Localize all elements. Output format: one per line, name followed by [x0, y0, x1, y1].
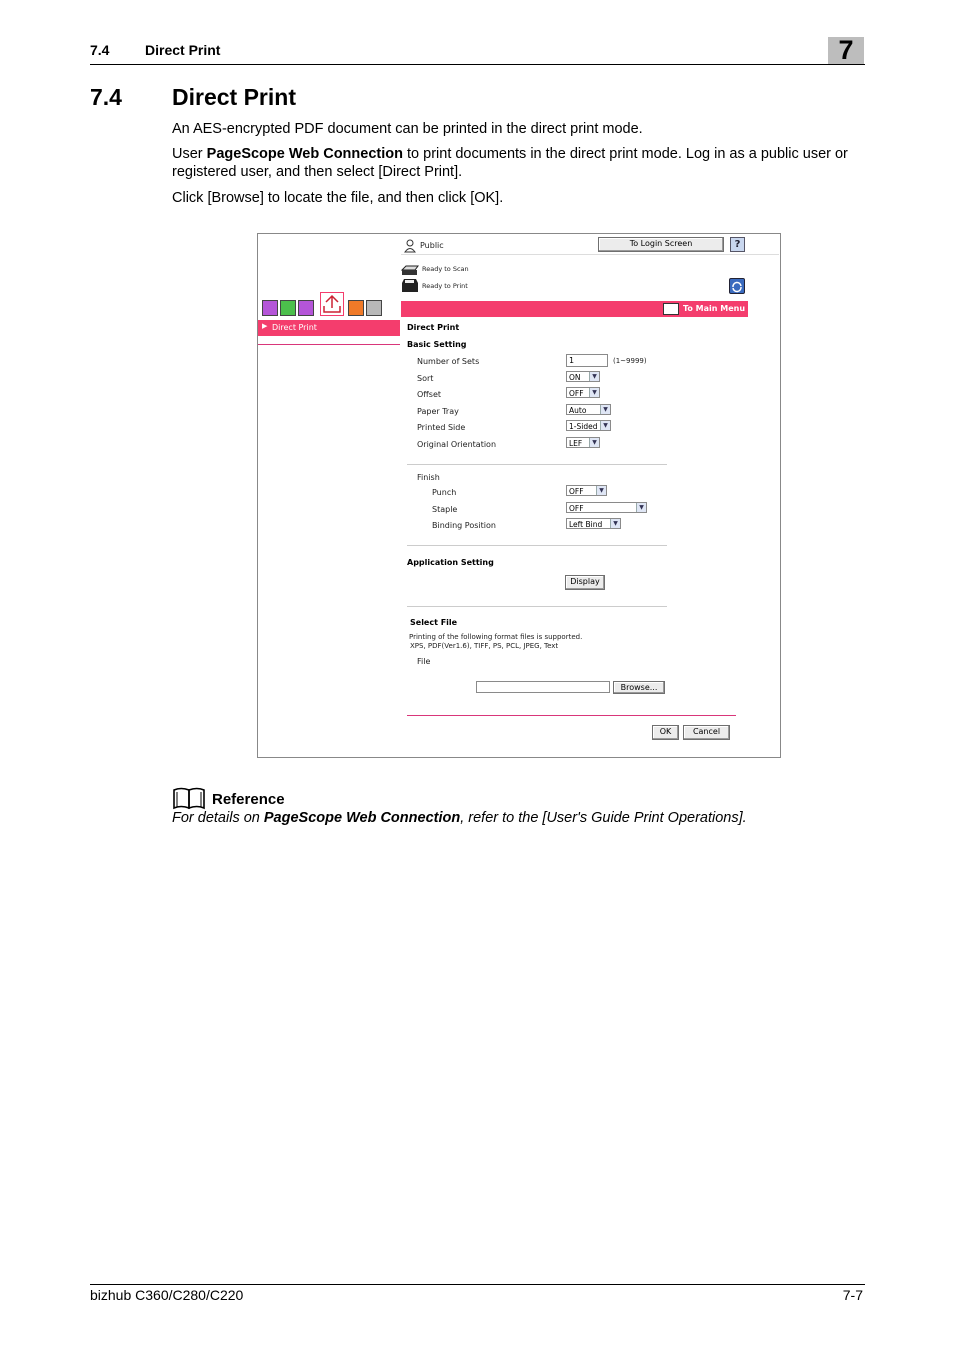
- printer-icon: [401, 277, 419, 293]
- reference-text-before: For details on: [172, 810, 264, 826]
- chevron-down-icon: ▼: [610, 519, 620, 528]
- divider: [407, 464, 667, 465]
- p2-text-before: User: [172, 146, 207, 162]
- number-of-sets-input[interactable]: 1: [566, 354, 608, 367]
- punch-value: OFF: [569, 487, 584, 496]
- number-of-sets-range: (1~9999): [613, 357, 647, 365]
- header-section-title: Direct Print: [145, 42, 221, 58]
- select-file-heading: Select File: [410, 618, 458, 627]
- file-path-input[interactable]: [476, 681, 610, 693]
- application-setting-heading: Application Setting: [407, 558, 494, 567]
- refresh-icon[interactable]: [729, 278, 745, 294]
- triangle-right-icon: ▶: [262, 322, 268, 330]
- user-label: Public: [420, 241, 444, 250]
- chevron-down-icon: ▼: [589, 438, 599, 447]
- to-login-screen-button[interactable]: To Login Screen: [598, 237, 724, 252]
- help-icon[interactable]: ?: [730, 237, 745, 252]
- file-label: File: [417, 657, 431, 666]
- header-rule: [90, 64, 865, 65]
- offset-value: OFF: [569, 389, 584, 398]
- paper-tray-select[interactable]: Auto ▼: [566, 404, 611, 415]
- paragraph-3: Click [Browse] to locate the file, and t…: [172, 190, 504, 206]
- chevron-down-icon: ▼: [589, 388, 599, 397]
- divider: [407, 545, 667, 546]
- sidebar-item-direct-print[interactable]: ▶ Direct Print: [258, 320, 400, 336]
- user-icon: [403, 238, 417, 253]
- reference-title: Reference: [212, 791, 285, 808]
- supported-formats-line-1: Printing of the following format files i…: [409, 633, 583, 641]
- p2-bold: PageScope Web Connection: [206, 146, 403, 162]
- cancel-button[interactable]: Cancel: [683, 725, 730, 740]
- footer-page-number: 7-7: [842, 1287, 863, 1303]
- tab-direct-print-icon[interactable]: [320, 292, 344, 316]
- sort-label: Sort: [417, 374, 434, 383]
- sidebar-rule: [258, 344, 400, 345]
- top-divider: [401, 254, 779, 255]
- scanner-icon: [400, 262, 419, 275]
- chapter-number: 7: [838, 35, 854, 65]
- staple-label: Staple: [432, 505, 458, 514]
- sidebar-item-label: Direct Print: [272, 323, 317, 332]
- staple-value: OFF: [569, 504, 584, 513]
- chevron-down-icon: ▼: [589, 372, 599, 381]
- tab-box-2-icon[interactable]: [298, 300, 314, 316]
- offset-label: Offset: [417, 390, 442, 399]
- section-title: Direct Print: [172, 84, 296, 110]
- reference-text: For details on PageScope Web Connection,…: [172, 810, 747, 826]
- paragraph-2: User PageScope Web Connection to print d…: [172, 145, 862, 181]
- punch-label: Punch: [432, 488, 457, 497]
- sort-select[interactable]: ON ▼: [566, 371, 600, 382]
- chevron-down-icon: ▼: [596, 486, 606, 495]
- printed-side-value: 1-Sided: [569, 422, 598, 431]
- supported-formats-line-2: XPS, PDF(Ver1.6), TIFF, PS, PCL, JPEG, T…: [410, 642, 559, 650]
- printed-side-label: Printed Side: [417, 423, 466, 432]
- printed-side-select[interactable]: 1-Sided ▼: [566, 420, 611, 431]
- paragraph-1: An AES-encrypted PDF document can be pri…: [172, 121, 643, 137]
- reference-text-bold: PageScope Web Connection: [263, 810, 461, 826]
- original-orientation-value: LEF: [569, 439, 583, 448]
- page-title: Direct Print: [407, 323, 460, 332]
- chevron-down-icon: ▼: [636, 503, 646, 512]
- sort-value: ON: [569, 373, 581, 382]
- section-number: 7.4: [90, 84, 122, 110]
- binding-position-label: Binding Position: [432, 521, 496, 530]
- divider: [407, 606, 667, 607]
- book-icon: [172, 786, 206, 810]
- punch-select[interactable]: OFF ▼: [566, 485, 607, 496]
- scanner-status: Ready to Scan: [422, 265, 469, 273]
- original-orientation-label: Original Orientation: [417, 440, 497, 449]
- ok-button[interactable]: OK: [652, 725, 679, 740]
- web-connection-screenshot: Public To Login Screen ? Ready to Scan R…: [257, 233, 781, 758]
- staple-select[interactable]: OFF ▼: [566, 502, 647, 513]
- form-bottom-rule: [407, 715, 736, 716]
- chevron-down-icon: ▼: [600, 421, 610, 430]
- footer-rule: [90, 1284, 865, 1285]
- number-of-sets-label: Number of Sets: [417, 357, 480, 366]
- footer-product: bizhub C360/C280/C220: [90, 1287, 244, 1303]
- original-orientation-select[interactable]: LEF ▼: [566, 437, 600, 448]
- reference-text-after: , refer to the [User's Guide Print Opera…: [460, 810, 747, 826]
- display-button[interactable]: Display: [565, 575, 605, 590]
- finish-label: Finish: [417, 473, 440, 482]
- chevron-down-icon: ▼: [600, 405, 610, 414]
- tab-box-icon[interactable]: [280, 300, 296, 316]
- browse-button[interactable]: Browse...: [613, 681, 665, 694]
- p2-text-after: to print documents in the direct print m…: [402, 146, 848, 162]
- basic-setting-heading: Basic Setting: [407, 340, 467, 349]
- binding-position-value: Left Bind: [569, 520, 603, 529]
- header-section-number: 7.4: [90, 42, 110, 58]
- binding-position-select[interactable]: Left Bind ▼: [566, 518, 621, 529]
- tab-store-address-icon[interactable]: [348, 300, 364, 316]
- printer-status: Ready to Print: [422, 282, 468, 290]
- tab-job-icon[interactable]: [262, 300, 278, 316]
- tab-favorite-icon[interactable]: [366, 300, 382, 316]
- to-main-menu-link[interactable]: To Main Menu: [683, 304, 745, 313]
- main-menu-icon: [663, 303, 679, 315]
- offset-select[interactable]: OFF ▼: [566, 387, 600, 398]
- paper-tray-value: Auto: [569, 406, 587, 415]
- paper-tray-label: Paper Tray: [417, 407, 459, 416]
- p2-line-2: registered user, and then select [Direct…: [172, 164, 463, 180]
